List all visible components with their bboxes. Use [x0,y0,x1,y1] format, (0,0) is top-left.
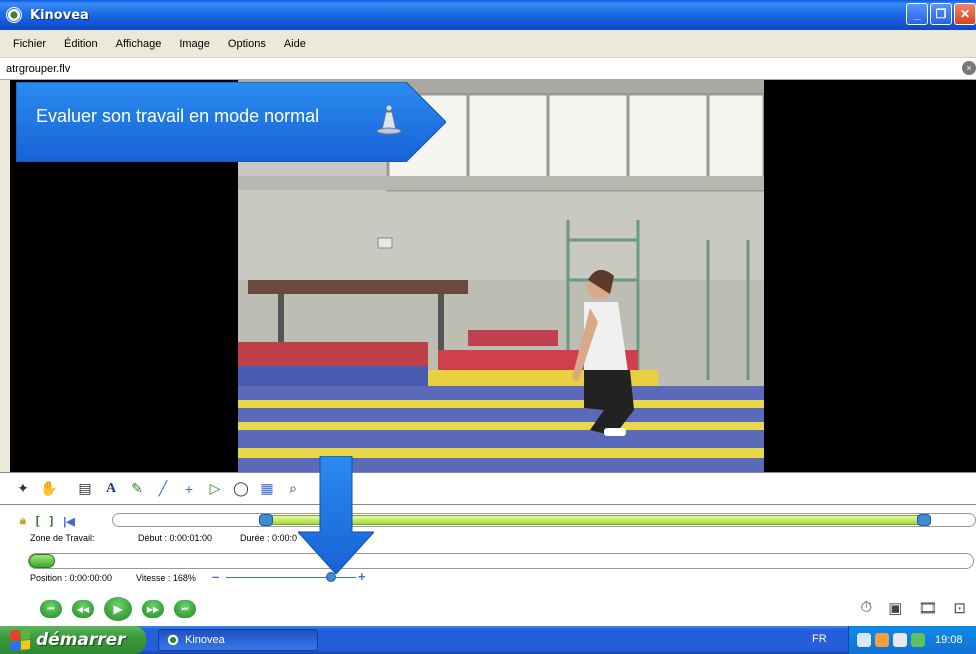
menu-affichage[interactable]: Affichage [107,38,171,50]
language-indicator[interactable]: FR [812,633,827,645]
kinovea-task-icon [167,634,179,646]
export-video-icon[interactable]: 🎞︎ [918,599,937,617]
tray-network-icon[interactable] [857,633,871,647]
previous-frame-button[interactable]: ◀◀ [72,600,94,618]
work-zone-label: Zone de Travail: [30,533,95,543]
work-zone-start-handle[interactable] [259,514,273,526]
close-button[interactable]: ✕ [954,3,976,25]
work-zone-track[interactable] [112,513,976,527]
speed-label: Vitesse : 168% [136,573,196,583]
clock: 19:08 [935,634,963,646]
right-tool-group: ⏱︎ ▣ 🎞︎ ⊡ [860,599,966,617]
zone-start-icon[interactable]: [ [36,515,40,528]
window-title: Kinovea [30,7,89,23]
start-time-label: Début : 0:00:01:00 [138,533,213,543]
tray-security-icon[interactable] [911,633,925,647]
menu-aide[interactable]: Aide [275,38,315,50]
menu-bar: Fichier Édition Affichage Image Options … [0,30,976,58]
work-zone-controls: 🔒︎ [ ] |◀ [20,515,75,528]
file-name: atrgrouper.flv [6,62,71,75]
speed-slider-track[interactable] [226,577,356,578]
start-button[interactable]: démarrer [0,626,146,654]
menu-fichier[interactable]: Fichier [4,38,55,50]
duration-label: Durée : 0:00:0 [240,533,298,543]
file-tab[interactable]: atrgrouper.flv × [0,58,976,80]
callout-text: Evaluer son travail en mode normal [36,106,320,126]
text-tool-icon[interactable]: A [102,480,120,498]
drawing-toolbar: ✦ ✋ ▤ A ✎ ╱ + ▷ ◯ ▦ ⌕ [0,472,976,504]
first-frame-button[interactable]: ⏮ [40,600,62,618]
work-zone-end-handle[interactable] [917,514,931,526]
play-button[interactable]: ▶ [104,597,132,621]
pencil-icon[interactable]: ✎ [128,480,146,498]
title-bar: Kinovea _ ❐ ✕ [0,0,976,30]
next-frame-button[interactable]: ▶▶ [142,600,164,618]
presentation-icon[interactable]: ⊡ [953,599,966,617]
bell-icon [376,104,402,135]
windows-flag-icon [10,628,30,652]
goto-zone-start-icon[interactable]: |◀ [63,515,75,528]
snapshot-icon[interactable]: ▣ [888,599,902,617]
angle-icon[interactable]: ▷ [206,480,224,498]
timeline-panel: 🔒︎ [ ] |◀ Zone de Travail: Début : 0:00:… [0,504,976,626]
position-label: Position : 0:00:00:00 [30,573,113,583]
circle-icon[interactable]: ◯ [232,480,250,498]
task-item-label: Kinovea [185,634,225,646]
close-file-icon[interactable]: × [962,61,976,75]
add-keyframe-icon[interactable]: ✦ [14,480,32,498]
system-tray: 19:08 [848,626,976,654]
grid-icon[interactable]: ▦ [258,480,276,498]
tray-app-icon[interactable] [875,633,889,647]
kinovea-app-icon [6,7,22,23]
down-arrow-annotation [298,456,374,574]
last-frame-button[interactable]: ⏭ [174,600,196,618]
speed-decrease-button[interactable]: – [212,569,219,584]
lock-icon[interactable]: 🔒︎ [20,515,26,528]
window-controls: _ ❐ ✕ [906,3,976,25]
line-icon[interactable]: ╱ [154,480,172,498]
tray-volume-icon[interactable] [893,633,907,647]
minimize-button[interactable]: _ [906,3,928,25]
menu-options[interactable]: Options [219,38,275,50]
menu-image[interactable]: Image [170,38,219,50]
taskbar: démarrer Kinovea FR 19:08 [0,626,976,654]
comment-icon[interactable]: ▤ [76,480,94,498]
timer-icon[interactable]: ⏱︎ [860,599,872,617]
start-label: démarrer [36,630,126,650]
restore-button[interactable]: ❐ [930,3,952,25]
taskbar-item-kinovea[interactable]: Kinovea [158,629,318,651]
position-track[interactable] [28,553,974,569]
transport-controls: ⏮ ◀◀ ▶ ▶▶ ⏭ [40,597,196,621]
menu-edition[interactable]: Édition [55,38,107,50]
cross-marker-icon[interactable]: + [180,480,198,498]
position-handle[interactable] [29,554,55,568]
zone-end-icon[interactable]: ] [50,515,54,528]
hand-icon[interactable]: ✋ [40,480,58,498]
